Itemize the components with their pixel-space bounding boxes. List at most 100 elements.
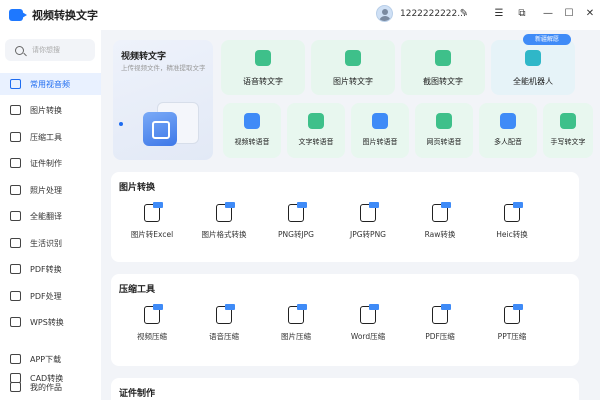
app-window: 视频转换文字 1222222222... ✎ ☰ ⧉ — ☐ ✕ 请你想搜 常用…: [0, 0, 600, 400]
tool-0-1[interactable]: 图片格式转换: [189, 202, 259, 254]
audio-card-0[interactable]: 视频转语音: [223, 103, 281, 158]
sidebar-item-12[interactable]: 我的作品: [0, 376, 101, 398]
dubbing-icon: [500, 113, 516, 129]
tool-1-4[interactable]: PDF压缩: [405, 304, 475, 356]
image-to-audio-icon: [372, 113, 388, 129]
wps-icon: [10, 317, 21, 327]
close-icon[interactable]: ✕: [584, 8, 596, 20]
audio-card-5[interactable]: 手写转文字: [543, 103, 593, 158]
handwriting-icon: [560, 113, 576, 129]
feature-card-0[interactable]: 语音转文字: [221, 40, 305, 95]
sidebar-item-5[interactable]: 全能翻译: [0, 205, 101, 227]
sidebar-item-9[interactable]: WPS转换: [0, 311, 101, 333]
feature-card-2[interactable]: 截图转文字: [401, 40, 485, 95]
sidebar-item-label: PDF处理: [30, 291, 62, 301]
search-box[interactable]: 请你想搜: [5, 39, 95, 61]
audio-card-label: 视频转语音: [234, 138, 270, 146]
tool-tag-icon: [297, 304, 307, 310]
sidebar-item-label: 常用视音频: [30, 79, 70, 89]
audio-card-3[interactable]: 网页转语音: [415, 103, 473, 158]
text-to-audio-icon: [308, 113, 324, 129]
section-title: 压缩工具: [119, 285, 156, 295]
sidebar-item-1[interactable]: 图片转换: [0, 99, 101, 121]
video-to-audio-icon: [244, 113, 260, 129]
sidebar-item-label: 证件制作: [30, 158, 62, 168]
sidebar-item-label: WPS转换: [30, 317, 64, 327]
tool-label: Word压缩: [350, 332, 386, 341]
sidebar-item-0[interactable]: 常用视音频: [0, 73, 101, 95]
restore-icon[interactable]: ⧉: [516, 8, 528, 20]
minimize-icon[interactable]: —: [542, 8, 554, 20]
tool-1-3[interactable]: Word压缩: [333, 304, 403, 356]
sidebar-item-3[interactable]: 证件制作: [0, 152, 101, 174]
main-content: 视频转文字 上传视频文件，精准提取文字 语音转文字 图片转文字 截图转文字 全能机器人…: [101, 30, 600, 400]
tool-label: 语音压缩: [209, 332, 239, 341]
tool-1-0[interactable]: 视频压缩: [117, 304, 187, 356]
feature-card-3[interactable]: 全能机器人: [491, 40, 575, 95]
sidebar-item-7[interactable]: PDF转换: [0, 258, 101, 280]
section-id-photo: 证件制作: [111, 378, 579, 400]
hero-card-video-to-text[interactable]: 视频转文字 上传视频文件，精准提取文字: [113, 40, 213, 160]
tool-1-2[interactable]: 图片压缩: [261, 304, 331, 356]
tool-tag-icon: [153, 202, 163, 208]
hero-title: 视频转文字: [121, 52, 167, 62]
tool-tag-icon: [369, 202, 379, 208]
feature-card-label: 语音转文字: [243, 77, 283, 86]
sidebar-item-label: 图片转换: [30, 105, 62, 115]
tool-1-5[interactable]: PPT压缩: [477, 304, 547, 356]
tool-tag-icon: [225, 202, 235, 208]
tool-label: 图片转Excel: [130, 230, 174, 239]
pdf-edit-icon: [10, 291, 21, 301]
sidebar-item-label: 我的作品: [30, 382, 62, 392]
sidebar-item-11[interactable]: APP下载: [0, 348, 101, 370]
avatar[interactable]: [376, 5, 393, 22]
tool-0-0[interactable]: 图片转Excel: [117, 202, 187, 254]
hero-indicator: [119, 122, 123, 126]
audio-card-2[interactable]: 图片转语音: [351, 103, 409, 158]
feature-card-label: 全能机器人: [513, 77, 553, 86]
cup-icon: [10, 238, 21, 248]
tool-0-2[interactable]: PNG转JPG: [261, 202, 331, 254]
user-phone[interactable]: 1222222222...: [400, 9, 466, 19]
tool-label: PPT压缩: [497, 332, 527, 341]
sidebar-item-8[interactable]: PDF处理: [0, 285, 101, 307]
web-to-audio-icon: [436, 113, 452, 129]
sidebar-item-4[interactable]: 照片处理: [0, 179, 101, 201]
section-title: 证件制作: [119, 389, 156, 399]
tool-0-3[interactable]: JPG转PNG: [333, 202, 403, 254]
screenshot-icon: [435, 50, 451, 66]
sidebar-item-6[interactable]: 生活识别: [0, 232, 101, 254]
phone-icon: [10, 354, 21, 364]
image-icon: [10, 105, 21, 115]
menu-icon[interactable]: ☰: [493, 8, 505, 20]
tool-tag-icon: [513, 304, 523, 310]
audio-card-1[interactable]: 文字转语音: [287, 103, 345, 158]
feature-card-1[interactable]: 图片转文字: [311, 40, 395, 95]
audio-card-label: 多人配音: [494, 138, 522, 146]
sidebar-item-2[interactable]: 压缩工具: [0, 126, 101, 148]
tool-0-5[interactable]: Heic转换: [477, 202, 547, 254]
tool-0-4[interactable]: Raw转换: [405, 202, 475, 254]
title-bar: 视频转换文字 1222222222... ✎ ☰ ⧉ — ☐ ✕: [0, 0, 600, 30]
edit-icon[interactable]: ✎: [458, 8, 470, 20]
hero-desc: 上传视频文件，精准提取文字: [121, 64, 206, 72]
tool-label: Heic转换: [496, 230, 528, 239]
tool-tag-icon: [513, 202, 523, 208]
sidebar-item-label: 压缩工具: [30, 132, 62, 142]
sidebar-item-label: 生活识别: [30, 238, 62, 248]
mic-icon: [255, 50, 271, 66]
video-text-illustration-icon: [143, 100, 199, 148]
app-logo-icon: [9, 9, 27, 21]
pdf-icon: [10, 264, 21, 274]
sidebar-item-label: PDF转换: [30, 264, 62, 274]
tool-label: 图片格式转换: [201, 230, 247, 239]
maximize-icon[interactable]: ☐: [563, 8, 575, 20]
search-placeholder[interactable]: 请你想搜: [32, 45, 60, 55]
audio-card-4[interactable]: 多人配音: [479, 103, 537, 158]
section-image-convert: 图片转换 图片转Excel 图片格式转换 PNG转JPG JPG转PNG Raw转换 He…: [111, 172, 579, 262]
tool-1-1[interactable]: 语音压缩: [189, 304, 259, 356]
folder-icon: [10, 382, 21, 392]
video-icon: [10, 79, 21, 89]
user-area[interactable]: 1222222222...: [376, 5, 466, 22]
tool-tag-icon: [441, 304, 451, 310]
